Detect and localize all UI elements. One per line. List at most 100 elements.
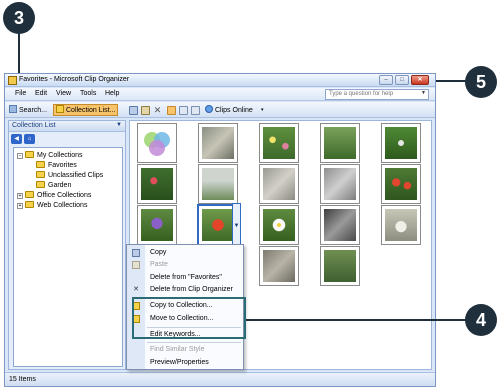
folder-icon xyxy=(56,105,64,113)
menu-item-copy[interactable]: Copy xyxy=(127,247,243,259)
chevron-down-icon[interactable]: ▼ xyxy=(116,122,122,128)
clip-thumbnail[interactable] xyxy=(137,205,177,245)
paste-icon[interactable] xyxy=(141,106,150,115)
home-icon[interactable]: ⌂ xyxy=(24,134,35,144)
list-view-icon[interactable] xyxy=(179,106,188,115)
menu-item-label: Delete from Clip Organizer xyxy=(150,286,233,293)
menu-item-delete-from-favorites[interactable]: Delete from "Favorites" xyxy=(127,272,243,284)
details-view-icon[interactable] xyxy=(191,106,200,115)
clip-thumbnail[interactable] xyxy=(320,123,360,163)
red-flower-photo xyxy=(202,209,234,241)
tree-item-label: Unclassified Clips xyxy=(48,172,104,179)
cat-photo xyxy=(202,127,234,159)
toolbar-options-icon[interactable]: ▾ xyxy=(261,105,264,116)
yard-photo xyxy=(324,127,356,159)
plant-photo xyxy=(385,127,417,159)
expand-icon[interactable]: + xyxy=(17,203,23,209)
clip-thumbnail[interactable] xyxy=(259,123,299,163)
menu-separator xyxy=(147,342,241,343)
menu-view[interactable]: View xyxy=(56,90,71,97)
stones-photo xyxy=(324,168,356,200)
search-icon xyxy=(9,105,17,113)
tree-item-web-collections[interactable]: + Web Collections xyxy=(17,201,87,210)
menu-edit[interactable]: Edit xyxy=(35,90,47,97)
cup-photo xyxy=(385,209,417,241)
callout-badge-5: 5 xyxy=(465,66,497,98)
collection-list-label: Collection List... xyxy=(66,107,116,114)
clip-thumbnail[interactable] xyxy=(137,123,177,163)
tree-item-garden[interactable]: Garden xyxy=(36,181,71,190)
clip-thumbnail[interactable] xyxy=(381,205,421,245)
title-bar: Favorites - Microsoft Clip Organizer – □… xyxy=(5,74,435,87)
copy-icon xyxy=(132,249,140,257)
clips-online-label: Clips Online xyxy=(215,107,253,114)
machine-photo xyxy=(324,209,356,241)
folder-icon xyxy=(36,161,45,168)
paste-icon xyxy=(132,261,140,269)
menu-item-paste[interactable]: Paste xyxy=(127,259,243,271)
search-button[interactable]: Search... xyxy=(9,105,47,116)
menu-help[interactable]: Help xyxy=(105,90,119,97)
globe-icon xyxy=(205,105,213,113)
folder-icon xyxy=(25,151,34,158)
clip-thumbnail[interactable] xyxy=(259,164,299,204)
menu-item-preview-properties[interactable]: Preview/Properties xyxy=(127,357,243,369)
garden-hose-photo xyxy=(324,250,356,282)
folder-icon xyxy=(25,191,34,198)
clip-thumbnail[interactable] xyxy=(320,246,360,286)
back-icon[interactable]: ◀ xyxy=(11,134,22,144)
status-text: 15 Items xyxy=(9,376,36,383)
clip-thumbnail[interactable] xyxy=(259,246,299,286)
clip-thumbnail[interactable] xyxy=(259,205,299,245)
circles-diagram-image xyxy=(144,132,170,156)
collection-list-button[interactable]: Collection List... xyxy=(53,104,119,116)
menu-item-find-similar-style[interactable]: Find Similar Style xyxy=(127,344,243,356)
copy-icon[interactable] xyxy=(129,106,138,115)
tree-item-unclassified-clips[interactable]: Unclassified Clips xyxy=(36,171,103,180)
help-search-input[interactable]: Type a question for help ▼ xyxy=(325,89,429,100)
clip-thumbnail[interactable] xyxy=(137,164,177,204)
delete-icon[interactable]: ✕ xyxy=(153,106,162,115)
tree-item-label: Office Collections xyxy=(37,192,92,199)
clip-dropdown-button[interactable]: ▼ xyxy=(232,203,241,249)
expand-icon[interactable]: + xyxy=(17,193,23,199)
search-button-label: Search... xyxy=(19,107,48,114)
thumbnails-view-icon[interactable] xyxy=(167,106,176,115)
toolbar: Search... Collection List... ✕ Clips Onl… xyxy=(5,102,435,118)
flowers-photo xyxy=(263,127,295,159)
collection-tree: − My Collections Favorites Unclassified C… xyxy=(13,147,123,367)
clips-online-button[interactable]: Clips Online xyxy=(205,105,253,116)
white-daisy-photo xyxy=(263,209,295,241)
menu-bar: File Edit View Tools Help Type a questio… xyxy=(5,88,435,101)
clip-thumbnail[interactable] xyxy=(320,205,360,245)
clip-thumbnail[interactable] xyxy=(381,164,421,204)
help-dropdown-icon[interactable]: ▼ xyxy=(421,90,426,96)
window-title: Favorites - Microsoft Clip Organizer xyxy=(19,76,130,83)
collection-list-title: Collection List xyxy=(12,122,56,129)
clip-thumbnail[interactable] xyxy=(198,123,238,163)
rock-wall-photo xyxy=(263,250,295,282)
clip-thumbnail[interactable] xyxy=(198,164,238,204)
status-bar: 15 Items xyxy=(5,372,435,386)
menu-file[interactable]: File xyxy=(15,90,26,97)
tree-item-office-collections[interactable]: + Office Collections xyxy=(17,191,91,200)
collapse-icon[interactable]: − xyxy=(17,153,23,159)
callout-badge-3: 3 xyxy=(3,2,35,34)
menu-item-label: Find Similar Style xyxy=(150,346,205,353)
tree-item-label: Web Collections xyxy=(37,202,88,209)
menu-tools[interactable]: Tools xyxy=(80,90,96,97)
menu-item-label: Paste xyxy=(150,261,168,268)
clip-thumbnail[interactable] xyxy=(381,123,421,163)
minimize-button[interactable]: – xyxy=(379,75,393,85)
clip-organizer-icon xyxy=(8,76,17,85)
collection-list-header[interactable]: Collection List ▼ xyxy=(9,121,125,132)
menu-item-delete-from-clip-organizer[interactable]: ✕ Delete from Clip Organizer xyxy=(127,284,243,296)
tree-item-favorites[interactable]: Favorites xyxy=(36,161,77,170)
roses-photo xyxy=(141,168,173,200)
close-button[interactable]: ✕ xyxy=(411,75,429,85)
callout-highlight-box xyxy=(132,297,246,339)
tree-item-my-collections[interactable]: − My Collections xyxy=(17,151,83,160)
clip-thumbnail[interactable] xyxy=(320,164,360,204)
callout-line-4 xyxy=(246,319,466,321)
maximize-button[interactable]: □ xyxy=(395,75,409,85)
